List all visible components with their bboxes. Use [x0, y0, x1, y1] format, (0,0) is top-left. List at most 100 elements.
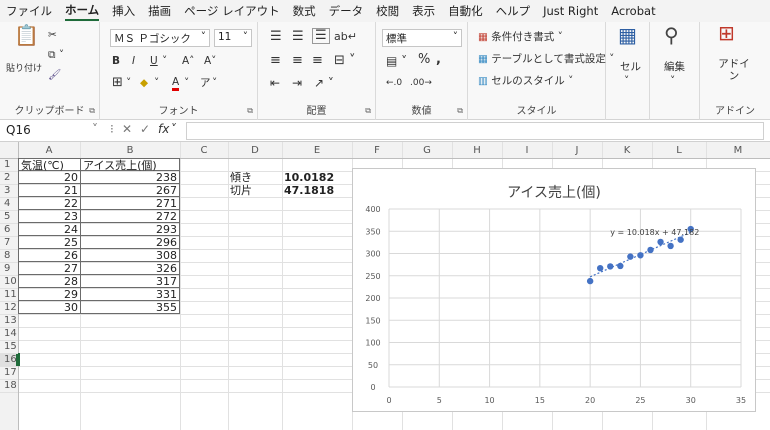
align-middle-icon[interactable]: ☰	[292, 30, 304, 44]
enter-icon[interactable]: ✓	[140, 122, 150, 136]
table-cell[interactable]: 267	[80, 184, 180, 197]
borders-icon[interactable]: ⊞	[112, 76, 123, 90]
column-header-B[interactable]: B	[80, 145, 180, 157]
intercept-value[interactable]: 47.1818	[282, 184, 352, 197]
row-header-3[interactable]: 3	[0, 185, 18, 197]
font-color-button[interactable]: A	[172, 76, 180, 91]
column-header-D[interactable]: D	[228, 145, 282, 157]
table-cell[interactable]: 317	[80, 275, 180, 288]
column-header-L[interactable]: L	[652, 145, 706, 157]
name-box[interactable]: Q16	[6, 122, 84, 140]
font-name-select[interactable]: ＭＳ Ｐゴシック ˅	[110, 29, 210, 47]
addins-button[interactable]: アドイン	[714, 58, 754, 82]
slope-label[interactable]: 傾き	[228, 171, 282, 184]
align-left-icon[interactable]: ≡	[270, 54, 281, 68]
accounting-format-icon[interactable]: ▤ ˅	[386, 54, 407, 68]
font-size-select[interactable]: 11 ˅	[214, 29, 252, 47]
table-cell[interactable]: 238	[80, 171, 180, 184]
table-header-cell[interactable]: 気温(℃)	[18, 158, 80, 172]
cells-dropdown-icon[interactable]: ˅	[624, 74, 629, 88]
menu-tab-6[interactable]: データ	[329, 3, 364, 19]
table-cell[interactable]: 326	[80, 262, 180, 275]
phonetic-button[interactable]: ア	[200, 76, 211, 90]
column-header-I[interactable]: I	[502, 145, 552, 157]
fill-dropdown-icon[interactable]: ˅	[154, 76, 159, 90]
editing-dropdown-icon[interactable]: ˅	[670, 74, 675, 88]
table-cell[interactable]: 355	[80, 301, 180, 314]
cells-icon[interactable]: ▦	[618, 25, 637, 45]
fill-color-icon[interactable]: ◆	[140, 76, 148, 90]
table-cell[interactable]: 26	[18, 249, 80, 262]
row-header-6[interactable]: 6	[0, 224, 18, 236]
menu-tab-0[interactable]: ファイル	[6, 3, 52, 19]
menu-tab-12[interactable]: Acrobat	[611, 4, 655, 18]
row-header-12[interactable]: 12	[0, 302, 18, 314]
merge-center-icon[interactable]: ⊟ ˅	[334, 54, 356, 68]
row-header-2[interactable]: 2	[0, 172, 18, 184]
menu-tab-9[interactable]: 自動化	[448, 3, 483, 19]
table-cell[interactable]: 29	[18, 288, 80, 301]
table-cell[interactable]: 20	[18, 171, 80, 184]
table-cell[interactable]: 23	[18, 210, 80, 223]
dialog-launcher-icon[interactable]: ⧉	[247, 106, 253, 116]
table-cell[interactable]: 24	[18, 223, 80, 236]
dialog-launcher-icon[interactable]: ⧉	[457, 106, 463, 116]
table-cell[interactable]: 271	[80, 197, 180, 210]
column-header-M[interactable]: M	[706, 145, 770, 157]
underline-dropdown-icon[interactable]: ˅	[162, 54, 167, 68]
row-header-13[interactable]: 13	[0, 315, 18, 327]
menu-tab-4[interactable]: ページ レイアウト	[184, 3, 279, 19]
menu-tab-5[interactable]: 数式	[293, 3, 316, 19]
column-header-E[interactable]: E	[282, 145, 352, 157]
menu-tab-7[interactable]: 校閲	[376, 3, 399, 19]
table-cell[interactable]: 272	[80, 210, 180, 223]
row-header-16[interactable]: 16	[0, 354, 18, 366]
orientation-icon[interactable]: ↗ ˅	[314, 76, 334, 90]
row-header-14[interactable]: 14	[0, 328, 18, 340]
format-as-table-button[interactable]: ▦ テーブルとして書式設定 ˅	[478, 52, 614, 66]
align-bottom-icon[interactable]: ☰	[312, 28, 330, 44]
column-header-K[interactable]: K	[602, 145, 652, 157]
table-cell[interactable]: 30	[18, 301, 80, 314]
cancel-icon[interactable]: ✕	[122, 122, 132, 136]
column-header-A[interactable]: A	[18, 145, 80, 157]
shrink-font-button[interactable]: A˅	[204, 54, 216, 68]
copy-icon[interactable]: ⧉ ˅	[48, 48, 64, 62]
table-cell[interactable]: 27	[18, 262, 80, 275]
row-header-4[interactable]: 4	[0, 198, 18, 210]
row-header-5[interactable]: 5	[0, 211, 18, 223]
cells-button[interactable]: セル	[620, 60, 641, 74]
cell-styles-button[interactable]: ▥ セルのスタイル ˅	[478, 74, 573, 88]
grow-font-button[interactable]: A˄	[182, 54, 194, 68]
wrap-text-icon[interactable]: ab↵	[334, 30, 357, 44]
menu-tab-3[interactable]: 描画	[148, 3, 171, 19]
row-header-9[interactable]: 9	[0, 263, 18, 275]
increase-indent-icon[interactable]: ⇥	[292, 76, 302, 90]
insert-function-button[interactable]: fx˅	[158, 122, 175, 136]
row-header-8[interactable]: 8	[0, 250, 18, 262]
decrease-decimal-icon[interactable]: .00→	[410, 76, 432, 90]
bold-button[interactable]: B	[112, 54, 120, 68]
column-header-J[interactable]: J	[552, 145, 602, 157]
underline-button[interactable]: U	[150, 54, 158, 68]
row-header-10[interactable]: 10	[0, 276, 18, 288]
table-cell[interactable]: 293	[80, 223, 180, 236]
row-header-15[interactable]: 15	[0, 341, 18, 353]
scatter-chart[interactable]: アイス売上(個) 0 50 100 150 200 250 300 350 400 0 5 10 15 20…	[352, 168, 756, 412]
column-header-H[interactable]: H	[452, 145, 502, 157]
format-painter-icon[interactable]: 🖌	[48, 68, 61, 82]
table-cell[interactable]: 21	[18, 184, 80, 197]
paste-button[interactable]: 貼り付け	[6, 62, 42, 76]
phonetic-dropdown-icon[interactable]: ˅	[212, 76, 217, 90]
menu-tab-1[interactable]: ホーム	[65, 2, 100, 21]
addins-icon[interactable]: ⊞	[718, 23, 735, 43]
table-cell[interactable]: 296	[80, 236, 180, 249]
menu-tab-10[interactable]: ヘルプ	[496, 3, 531, 19]
editing-button[interactable]: 編集	[664, 60, 685, 74]
column-header-G[interactable]: G	[402, 145, 452, 157]
align-top-icon[interactable]: ☰	[270, 30, 282, 44]
table-header-cell[interactable]: アイス売上(個)	[80, 158, 180, 172]
align-right-icon[interactable]: ≡	[312, 54, 323, 68]
conditional-formatting-button[interactable]: ▦ 条件付き書式 ˅	[478, 30, 563, 44]
italic-button[interactable]: I	[132, 54, 135, 68]
